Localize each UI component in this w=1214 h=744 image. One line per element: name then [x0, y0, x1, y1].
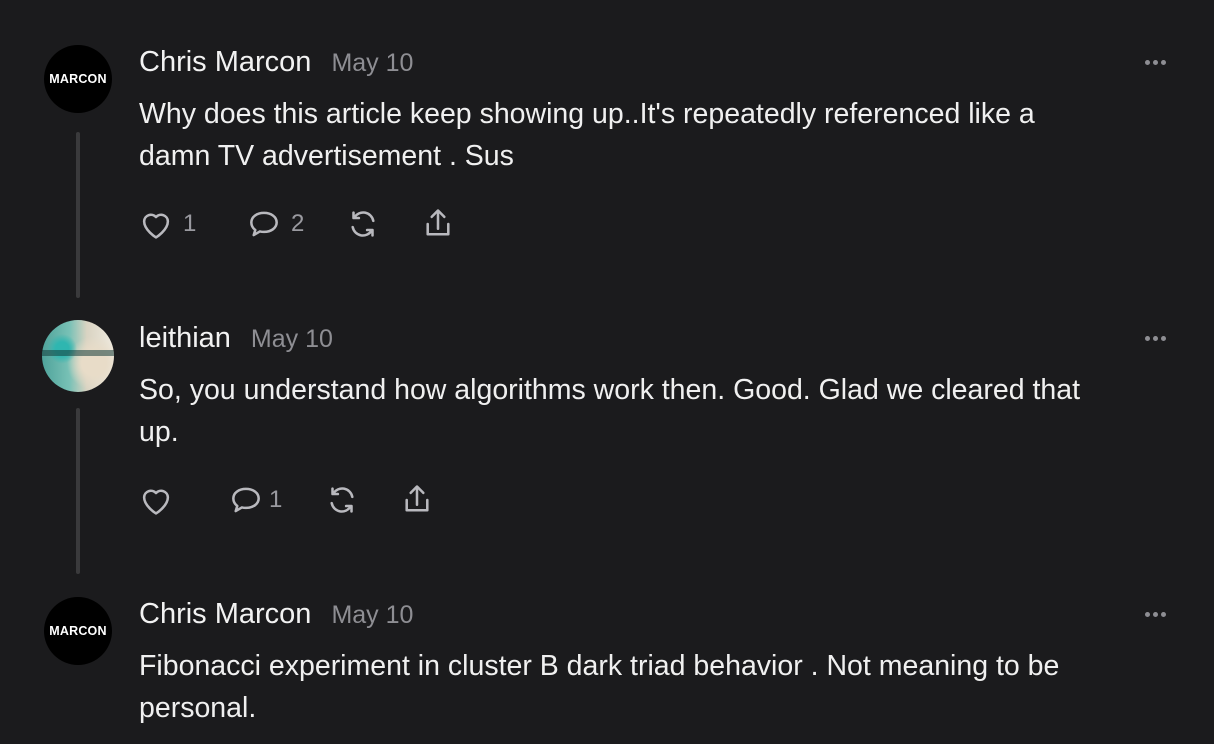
- comment-icon: [250, 211, 278, 237]
- author-name[interactable]: Chris Marcon: [139, 46, 311, 79]
- comment-text-line: damn TV advertisement . Sus: [139, 140, 514, 172]
- like-button[interactable]: [137, 480, 175, 520]
- comment-thread: MARCON Chris Marcon May 10 Why does this…: [0, 0, 1214, 744]
- comment-body: Fibonacci experiment in cluster B dark t…: [139, 645, 1179, 729]
- restack-button[interactable]: [323, 480, 361, 520]
- more-options-icon[interactable]: [1145, 612, 1166, 617]
- comment-date[interactable]: May 10: [251, 325, 333, 354]
- author-name[interactable]: leithian: [139, 322, 231, 355]
- comment-text-line: Why does this article keep showing up..I…: [139, 98, 1035, 130]
- comment-body: Why does this article keep showing up..I…: [139, 93, 1179, 177]
- share-button[interactable]: [419, 204, 457, 244]
- comment-text-line: up.: [139, 416, 179, 448]
- comment-text-line: So, you understand how algorithms work t…: [139, 374, 1081, 406]
- share-icon: [426, 209, 450, 236]
- restack-icon: [351, 211, 375, 237]
- reply-count: 1: [269, 486, 283, 513]
- restack-icon: [330, 487, 354, 513]
- comment-text-line: Fibonacci experiment in cluster B dark t…: [139, 650, 1060, 682]
- more-options-icon[interactable]: [1145, 336, 1166, 341]
- comment-body: So, you understand how algorithms work t…: [139, 369, 1179, 453]
- avatar[interactable]: MARCON: [44, 45, 112, 113]
- share-icon: [405, 485, 429, 512]
- reply-count: 2: [291, 210, 305, 237]
- thread-line: [76, 408, 80, 574]
- reply-button[interactable]: 1: [227, 480, 282, 520]
- share-button[interactable]: [398, 480, 436, 520]
- comment-date[interactable]: May 10: [331, 49, 413, 78]
- avatar[interactable]: [42, 320, 114, 392]
- like-count: 1: [183, 210, 197, 237]
- thread-line: [76, 132, 80, 298]
- comment-header: leithian May 10: [139, 322, 333, 355]
- reply-button[interactable]: 2: [245, 204, 304, 244]
- more-options-icon[interactable]: [1145, 60, 1166, 65]
- heart-icon: [142, 489, 170, 515]
- comment-header: Chris Marcon May 10: [139, 598, 413, 631]
- avatar[interactable]: MARCON: [44, 597, 112, 665]
- comment-icon: [232, 487, 260, 513]
- comment-date[interactable]: May 10: [331, 601, 413, 630]
- comment-header: Chris Marcon May 10: [139, 46, 413, 79]
- heart-icon: [142, 213, 170, 239]
- restack-button[interactable]: [344, 204, 382, 244]
- author-name[interactable]: Chris Marcon: [139, 598, 311, 631]
- comment-text-line: personal.: [139, 692, 257, 724]
- avatar-logo-text: MARCON: [49, 624, 107, 638]
- like-button[interactable]: 1: [137, 204, 196, 244]
- avatar-logo-text: MARCON: [49, 72, 107, 86]
